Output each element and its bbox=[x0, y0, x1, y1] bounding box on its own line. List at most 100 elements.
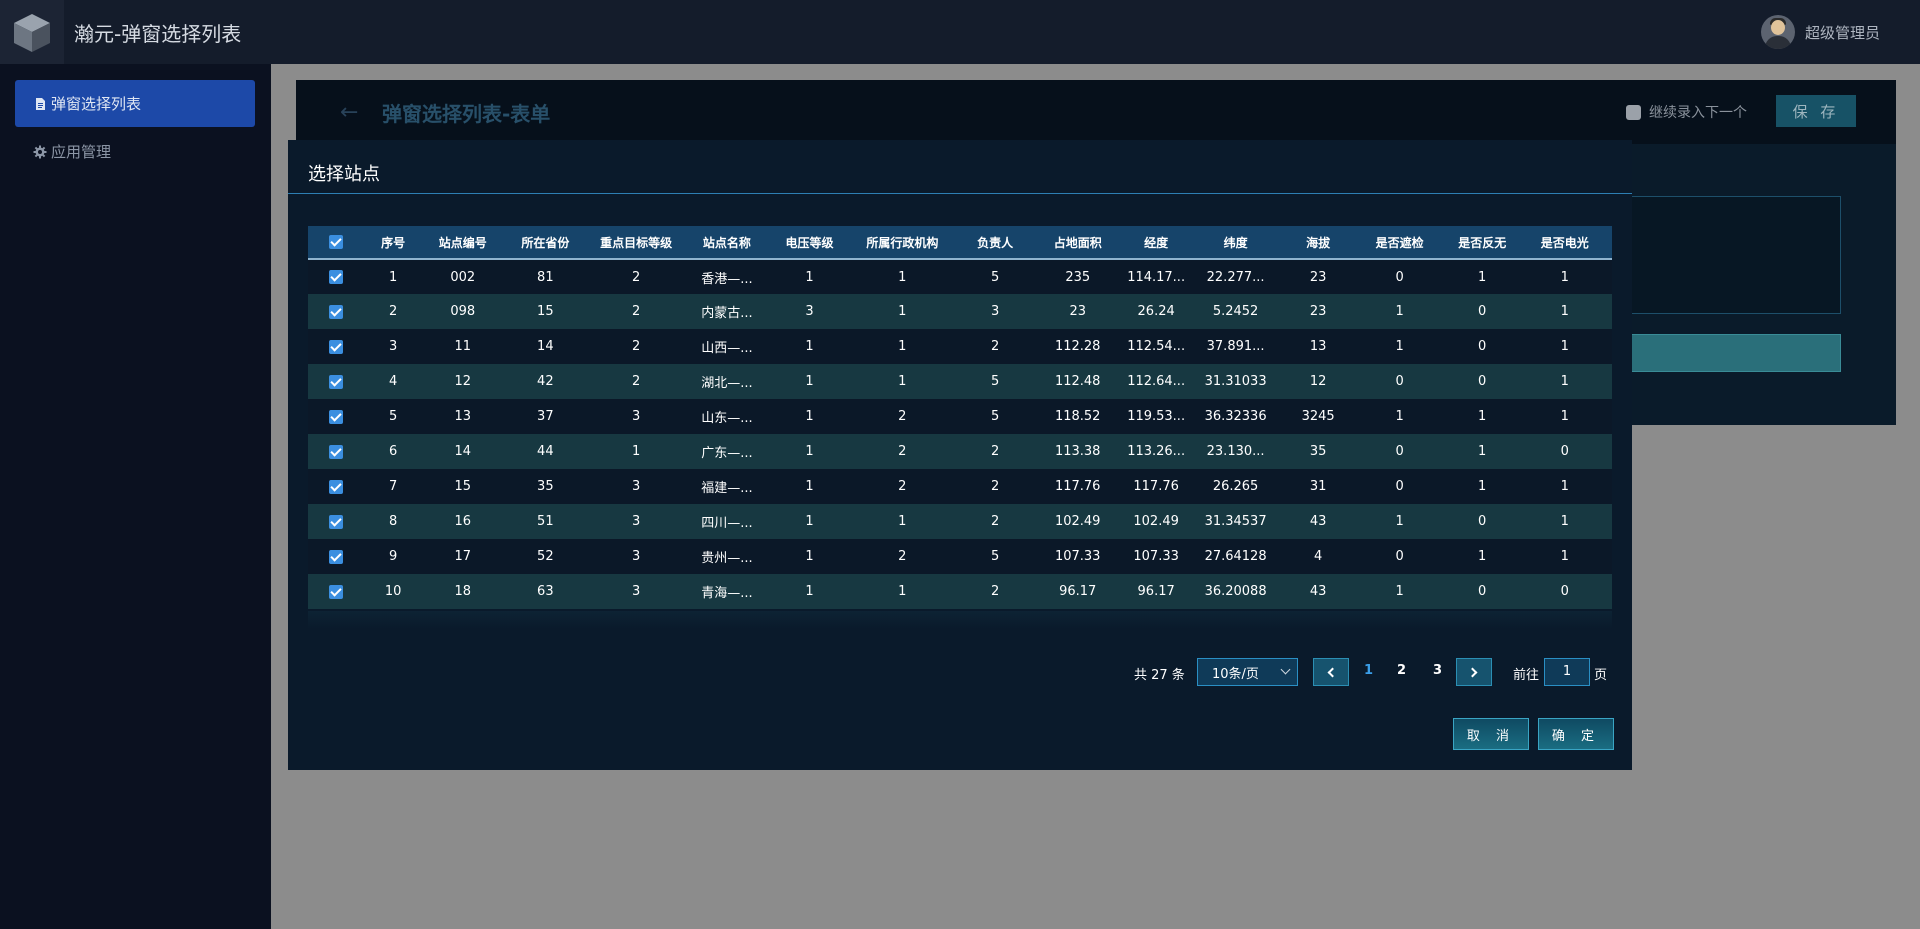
row-checkbox[interactable] bbox=[308, 574, 365, 609]
table-row[interactable]: 4 12 42 2 湖北—... 1 1 5 112.48 112.64... 31.31033 12… bbox=[308, 364, 1612, 399]
table-cell: 山西—... bbox=[701, 341, 753, 356]
row-checkbox[interactable] bbox=[308, 399, 365, 434]
table-row[interactable]: 10 18 63 3 青海—... 1 1 2 96.17 96.17 36.20088 43 1 0 0 bbox=[308, 574, 1612, 609]
sidebar-item-app-management[interactable]: 应用管理 bbox=[15, 128, 255, 175]
page-number-1[interactable]: 1 bbox=[1364, 663, 1373, 678]
table-cell: 0 bbox=[1560, 584, 1569, 599]
row-checkbox[interactable] bbox=[308, 329, 365, 364]
prev-page-button[interactable] bbox=[1313, 658, 1349, 686]
table-cell: 16 bbox=[454, 514, 472, 529]
table-cell: 5 bbox=[991, 549, 1000, 564]
table-cell: 114.17... bbox=[1127, 269, 1186, 285]
row-checkbox[interactable] bbox=[308, 294, 365, 329]
top-header: 瀚元-弹窗选择列表 超级管理员 bbox=[0, 0, 1920, 64]
modal-title: 选择站点 bbox=[308, 164, 380, 185]
table-cell: 107.33 bbox=[1054, 549, 1101, 564]
table-cell: 福建—... bbox=[701, 481, 753, 496]
table-cell: 3 bbox=[1606, 399, 1612, 434]
goto-page-input[interactable]: 1 bbox=[1544, 658, 1590, 686]
page-number-3[interactable]: 3 bbox=[1433, 663, 1442, 678]
table-cell: 37 bbox=[537, 409, 554, 424]
table-cell: 1 bbox=[388, 269, 398, 285]
table-row[interactable]: 2098152内蒙古...3132326.245.245223101内蒙 bbox=[308, 294, 1612, 329]
save-button[interactable]: 保 存 bbox=[1776, 95, 1856, 127]
table-cell: 1 bbox=[1560, 479, 1569, 494]
table-cell: 2 bbox=[388, 304, 398, 319]
table-cell: 2 bbox=[898, 409, 907, 424]
table-cell: 3 bbox=[805, 304, 814, 319]
table-row[interactable]: 3 11 14 2 山西—... 1 1 2 112.28 112.54... 37.891... 1… bbox=[308, 329, 1612, 364]
table-cell: 098 bbox=[450, 304, 476, 319]
table-row[interactable]: 7 15 35 3 福建—... 1 2 2 117.76 117.76 26.265 31 0 1 1 bbox=[308, 469, 1612, 504]
page-size-select[interactable]: 10条/页 bbox=[1197, 658, 1298, 686]
table-cell: 1 bbox=[1560, 549, 1569, 564]
table-cell: 0 bbox=[1395, 269, 1404, 285]
table-cell: 2 bbox=[631, 304, 641, 319]
table-cell: 4 bbox=[388, 374, 398, 389]
user-menu[interactable]: 超级管理员 bbox=[1760, 14, 1880, 50]
form-header: ← 弹窗选择列表-表单 继续录入下一个 保 存 bbox=[296, 80, 1896, 144]
confirm-button[interactable]: 确 定 bbox=[1538, 718, 1614, 750]
goto-label: 前往 bbox=[1513, 668, 1540, 683]
row-checkbox[interactable] bbox=[308, 259, 365, 294]
table-cell: 31.31033 bbox=[1204, 374, 1267, 389]
table-cell: 35 bbox=[1309, 444, 1327, 459]
checkbox-icon bbox=[329, 374, 344, 389]
column-header: 纬度 bbox=[1193, 226, 1278, 260]
column-header: 是否电光 bbox=[1523, 226, 1607, 260]
row-checkbox[interactable] bbox=[308, 504, 365, 539]
sidebar-item-popup-list[interactable]: 弹窗选择列表 bbox=[15, 80, 255, 127]
column-header: 站点编号 bbox=[421, 226, 505, 260]
table-row[interactable]: 9 17 52 3 贵州—... 1 2 5 107.33 107.33 27.64128 4 0 1 1 bbox=[308, 539, 1612, 574]
table-cell: 青海—... bbox=[701, 586, 753, 601]
table-cell: 1 bbox=[805, 339, 814, 354]
table-cell: 1 bbox=[805, 514, 814, 529]
select-all-checkbox[interactable] bbox=[308, 226, 365, 260]
form-input-bar[interactable] bbox=[1631, 334, 1841, 372]
page-number-2[interactable]: 2 bbox=[1397, 663, 1406, 678]
row-checkbox[interactable] bbox=[308, 469, 365, 504]
next-page-button[interactable] bbox=[1456, 658, 1492, 686]
table-cell: 102.49 bbox=[1133, 514, 1179, 529]
table-cell: 1 bbox=[631, 444, 641, 459]
table-row[interactable]: 8 16 51 3 四川—... 1 1 2 102.49 102.49 31.34537 43 1 0 1 bbox=[308, 504, 1612, 539]
row-checkbox[interactable] bbox=[308, 539, 365, 574]
table-cell: 118.52 bbox=[1054, 409, 1101, 424]
cancel-button[interactable]: 取 消 bbox=[1453, 718, 1529, 750]
table-cell: 2 bbox=[991, 514, 1000, 529]
table-cell: 1 bbox=[898, 514, 907, 529]
form-title: 弹窗选择列表-表单 bbox=[382, 102, 551, 126]
row-checkbox[interactable] bbox=[308, 434, 365, 469]
table-row[interactable]: 5 13 37 3 山东—... 1 2 5 118.52 119.53... 36.32336 32… bbox=[308, 399, 1612, 434]
table-cell: 1 bbox=[805, 374, 814, 389]
table-cell: 2 bbox=[898, 549, 907, 564]
document-icon bbox=[36, 97, 45, 110]
column-header: 是否反无 bbox=[1440, 226, 1524, 260]
table-cell: 3 bbox=[631, 584, 641, 599]
table-cell: 113.26... bbox=[1127, 444, 1186, 459]
table-cell: 1 bbox=[1560, 374, 1569, 389]
checkbox-icon bbox=[329, 514, 344, 529]
table-row[interactable]: 6 14 44 1 广东—... 1 2 2 113.38 113.26... 23.130... 3… bbox=[308, 434, 1612, 469]
table-cell: 12 bbox=[454, 374, 472, 389]
continue-entry-checkbox[interactable]: 继续录入下一个 bbox=[1626, 102, 1747, 122]
table-cell bbox=[1606, 434, 1612, 469]
form-textarea[interactable] bbox=[1631, 196, 1841, 314]
table-cell: 3 bbox=[631, 479, 641, 494]
table-cell: 内蒙 bbox=[1606, 294, 1612, 329]
table-scrollbar[interactable] bbox=[308, 611, 1612, 629]
table-cell: 2 bbox=[898, 479, 907, 494]
table-cell: 2 bbox=[991, 584, 1000, 599]
table-cell: 0 bbox=[1395, 479, 1404, 494]
table-cell: 四川—... bbox=[701, 516, 753, 531]
table-cell: 0 bbox=[1560, 444, 1569, 459]
back-arrow-icon[interactable]: ← bbox=[340, 100, 358, 125]
table-cell: 117.76 bbox=[1054, 479, 1101, 494]
table-cell: 5.2452 bbox=[1212, 304, 1259, 319]
table-cell: 112.54... bbox=[1127, 339, 1186, 354]
table-row[interactable]: 1 002 81 2 香港—... 1 1 5 235 114.17... 22.277... 23 0… bbox=[308, 259, 1612, 294]
row-checkbox[interactable] bbox=[308, 364, 365, 399]
column-header: 所属行政机构 bbox=[850, 226, 954, 260]
table-cell: 14 bbox=[537, 339, 554, 354]
table-cell: 36.32336 bbox=[1204, 409, 1267, 424]
